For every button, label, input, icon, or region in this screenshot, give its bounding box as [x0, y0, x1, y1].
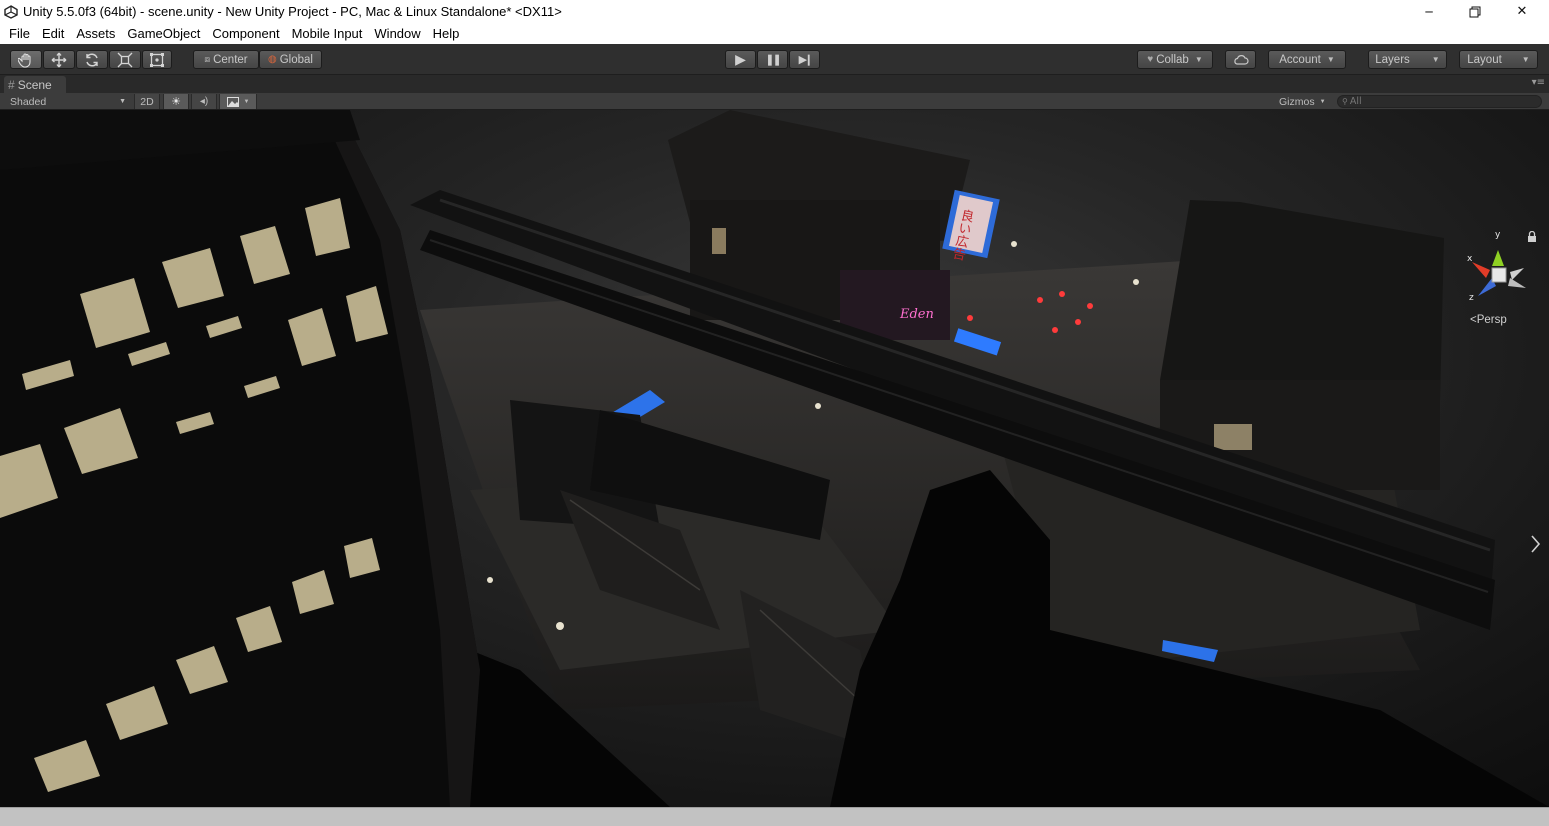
layout-dropdown[interactable]: Layout ▼ — [1459, 50, 1538, 69]
panel-menu-icon[interactable]: ▾≡ — [1532, 77, 1545, 88]
minimize-button[interactable]: ─ — [1406, 0, 1452, 23]
play-icon: ▶ — [735, 51, 746, 67]
left-building — [0, 110, 480, 807]
scene-render: 良い広告 Eden — [0, 110, 1549, 807]
chevron-down-icon: ▼ — [1431, 55, 1440, 64]
gizmo-neg-x-cone[interactable] — [1510, 268, 1524, 280]
restore-icon — [1469, 6, 1481, 17]
scale-icon — [117, 52, 133, 67]
scene-audio-toggle[interactable]: ◂) — [191, 94, 217, 109]
layout-label: Layout — [1467, 53, 1502, 66]
shading-mode-dropdown[interactable]: Shaded ▼ — [10, 94, 130, 109]
rect-tool-button[interactable] — [142, 50, 172, 69]
layers-label: Layers — [1375, 53, 1410, 66]
window-title: Unity 5.5.0f3 (64bit) - scene.unity - Ne… — [23, 4, 562, 19]
pivot-toggle-button[interactable]: ⧈ Center — [193, 50, 259, 69]
play-button[interactable]: ▶ — [725, 50, 756, 69]
collab-dropdown[interactable]: ♥ Collab ▼ — [1137, 50, 1213, 69]
projection-label: Persp — [1476, 314, 1507, 326]
chevron-down-icon: ▼ — [1521, 55, 1530, 64]
step-button[interactable]: ▶❙ — [789, 50, 820, 69]
persp-icon: < — [1470, 314, 1477, 326]
close-button[interactable]: ✕ — [1499, 0, 1545, 23]
menu-help[interactable]: Help — [427, 26, 466, 41]
hand-tool-button[interactable] — [10, 50, 42, 69]
move-arrows-icon — [51, 52, 67, 67]
search-placeholder: All — [1349, 96, 1362, 107]
toggle-2d-button[interactable]: 2D — [134, 94, 160, 109]
pivot-icon: ⧈ — [204, 54, 211, 64]
projection-toggle[interactable]: <Persp — [1470, 314, 1507, 326]
gizmos-label: Gizmos — [1279, 95, 1315, 108]
speaker-icon: ◂) — [199, 96, 209, 107]
shading-mode-label: Shaded — [10, 95, 47, 108]
cloud-check-icon: ♥ — [1147, 54, 1154, 65]
menu-window[interactable]: Window — [368, 26, 426, 41]
step-icon: ▶❙ — [798, 54, 814, 66]
menu-mobile-input[interactable]: Mobile Input — [286, 26, 369, 41]
layers-dropdown[interactable]: Layers ▼ — [1368, 50, 1447, 69]
space-toggle-button[interactable]: ◍ Global — [259, 50, 322, 69]
gizmo-y-cone[interactable] — [1492, 250, 1504, 266]
global-icon: ◍ — [268, 54, 277, 65]
unity-logo-icon — [3, 4, 19, 20]
move-tool-button[interactable] — [43, 50, 75, 69]
scene-tab-label: Scene — [17, 77, 52, 92]
gizmo-z-label: z — [1469, 293, 1474, 303]
gizmo-y-label: y — [1495, 230, 1501, 240]
rotate-icon — [86, 52, 98, 67]
hand-icon — [18, 52, 31, 68]
gizmo-center-cube[interactable] — [1491, 267, 1507, 283]
sun-icon: ☀ — [171, 96, 181, 108]
menu-component[interactable]: Component — [206, 26, 285, 41]
scene-viewport[interactable]: 良い広告 Eden y x z <Persp — [0, 110, 1549, 807]
chevron-down-icon: ▼ — [1194, 55, 1203, 64]
gizmo-neg-z-cone[interactable] — [1508, 278, 1526, 288]
chevron-down-icon: ▼ — [119, 98, 126, 105]
cloud-services-button[interactable] — [1225, 50, 1256, 69]
account-dropdown[interactable]: Account ▼ — [1268, 50, 1346, 69]
gizmo-x-label: x — [1467, 254, 1473, 264]
pause-button[interactable]: ❚❚ — [757, 50, 788, 69]
lock-icon[interactable] — [1527, 231, 1537, 242]
chevron-down-icon: ▼ — [1319, 98, 1326, 105]
cloud-icon — [1233, 54, 1249, 65]
account-label: Account — [1279, 53, 1321, 66]
pause-icon: ❚❚ — [765, 54, 782, 66]
status-bar — [0, 807, 1549, 826]
search-icon: ⚲ — [1342, 97, 1348, 106]
scene-effects-toggle[interactable]: ▼ — [219, 94, 257, 109]
space-label: Global — [279, 53, 313, 66]
rotate-tool-button[interactable] — [76, 50, 108, 69]
scene-search-input[interactable]: ⚲ All — [1337, 95, 1542, 108]
collab-label: Collab — [1156, 53, 1189, 66]
main-toolbar: ⧈ Center ◍ Global ▶ ❚❚ ▶❙ ♥ Collab ▼ Acc… — [0, 44, 1549, 75]
chevron-down-icon: ▼ — [243, 98, 250, 105]
pivot-label: Center — [213, 53, 248, 66]
rect-transform-icon — [150, 52, 164, 67]
toggle-2d-label: 2D — [140, 95, 154, 108]
minimize-icon: ─ — [1425, 4, 1433, 19]
scene-view-toolbar: Shaded ▼ 2D ☀ ◂) ▼ Gizmos ▼ ⚲ All — [0, 93, 1549, 110]
neon-text: Eden — [899, 307, 934, 322]
close-icon: ✕ — [1516, 4, 1528, 19]
menu-edit[interactable]: Edit — [36, 26, 70, 41]
image-effects-icon — [226, 96, 239, 107]
gizmos-dropdown[interactable]: Gizmos ▼ — [1279, 94, 1335, 109]
gizmo-x-cone[interactable] — [1472, 262, 1490, 278]
chevron-right-icon[interactable] — [1529, 532, 1541, 556]
restore-button[interactable] — [1452, 0, 1498, 23]
menu-file[interactable]: File — [3, 26, 36, 41]
tab-scene[interactable]: # Scene — [4, 76, 66, 93]
scene-tab-bar: # Scene ▾≡ — [0, 75, 1549, 93]
menu-assets[interactable]: Assets — [70, 26, 121, 41]
chevron-down-icon: ▼ — [1326, 55, 1335, 64]
scale-tool-button[interactable] — [109, 50, 141, 69]
scene-lighting-toggle[interactable]: ☀ — [163, 94, 189, 109]
scene-grid-icon: # — [8, 77, 15, 92]
menu-bar: File Edit Assets GameObject Component Mo… — [0, 23, 1549, 44]
menu-gameobject[interactable]: GameObject — [121, 26, 206, 41]
window-titlebar: Unity 5.5.0f3 (64bit) - scene.unity - Ne… — [0, 0, 1549, 23]
